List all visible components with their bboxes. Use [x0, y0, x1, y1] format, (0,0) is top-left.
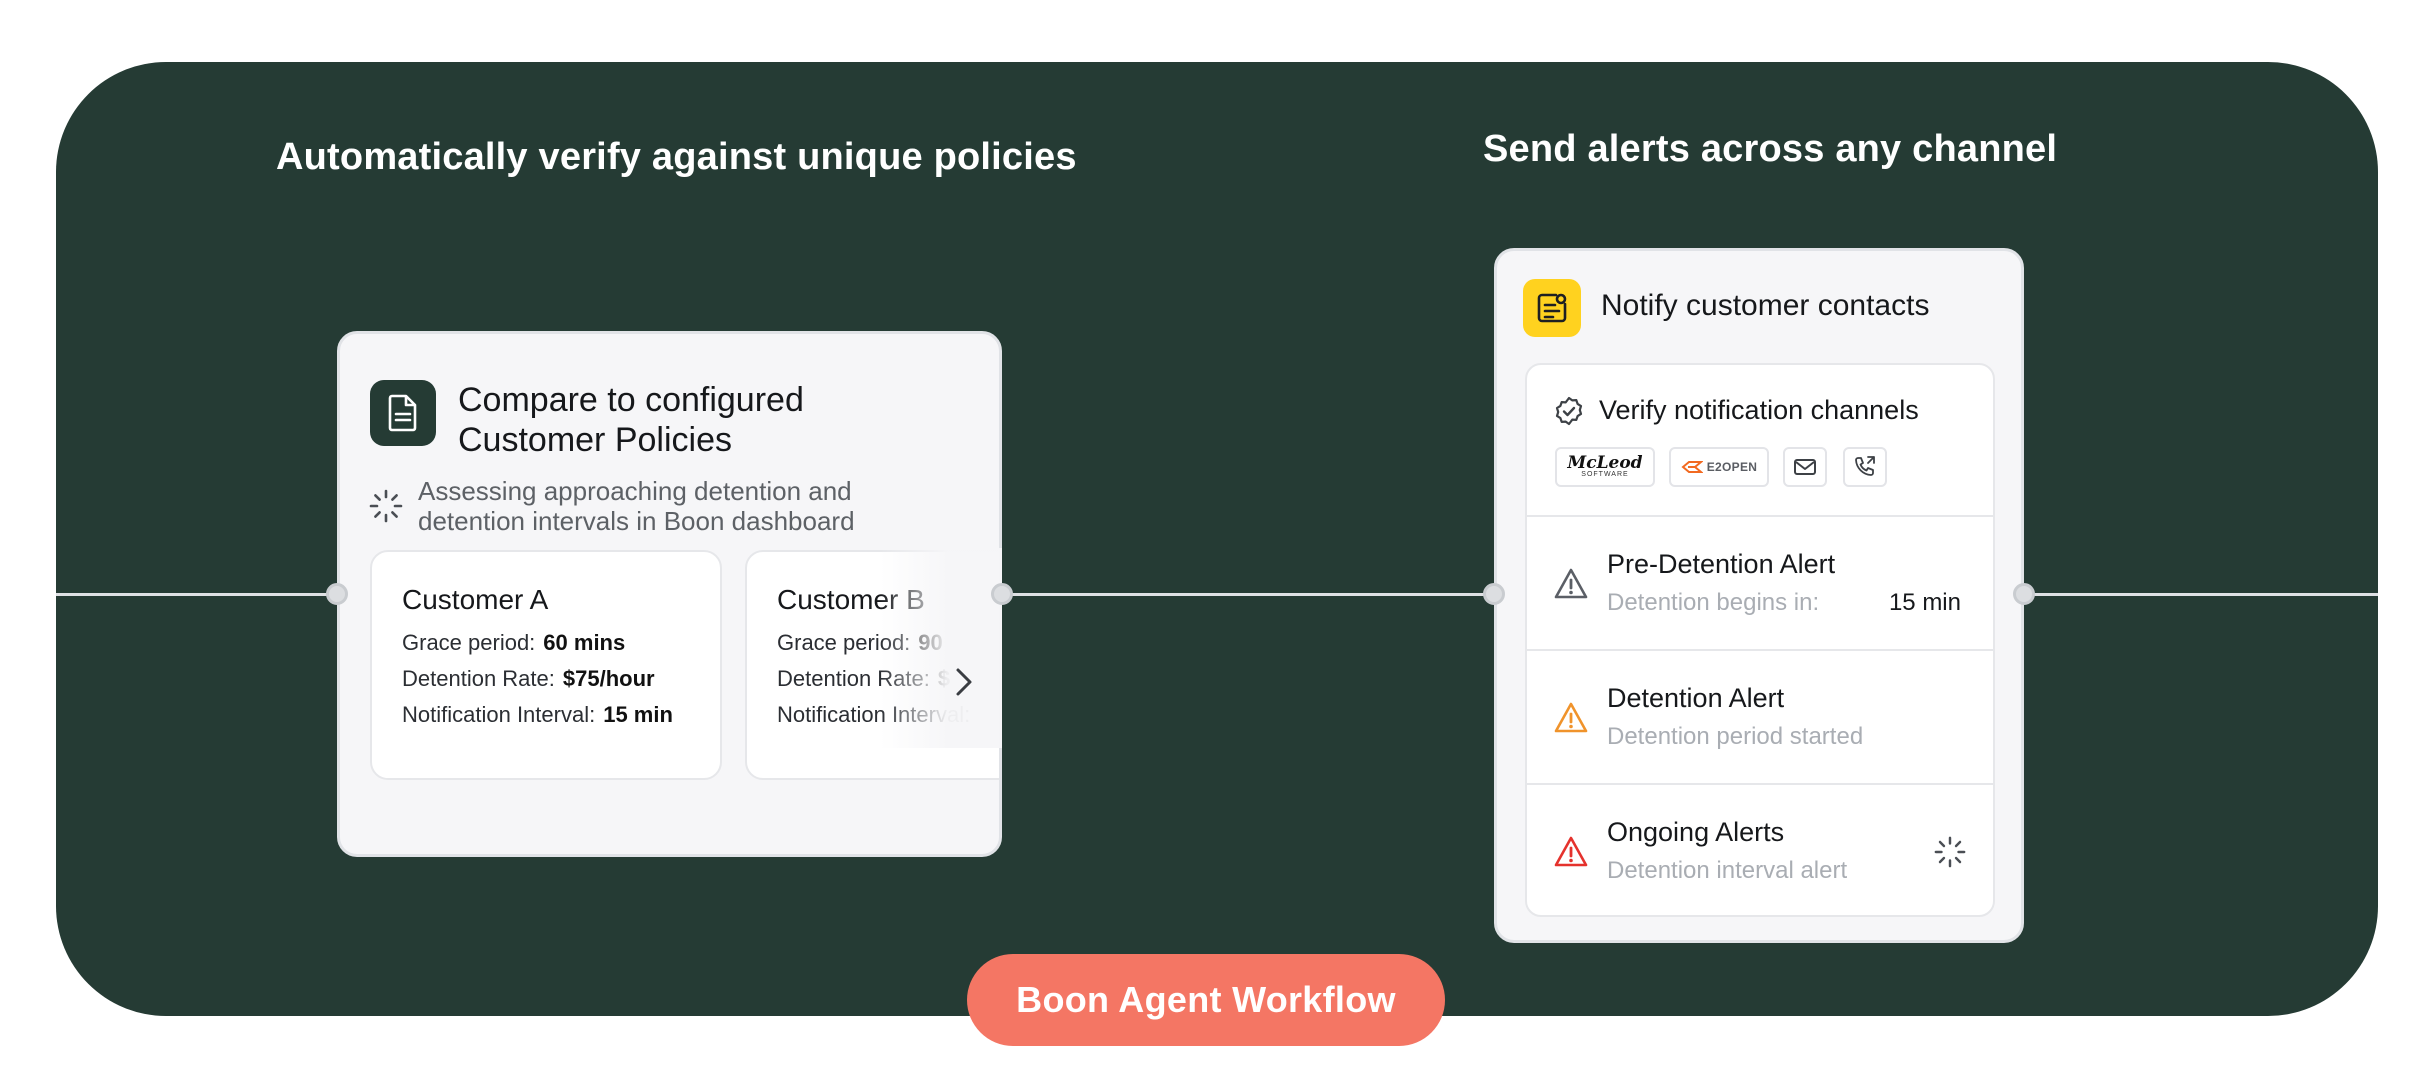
notification-interval-row: Notification Interval: 15 min [402, 702, 673, 728]
detention-rate-row: Detention Rate: $75/hour [402, 666, 655, 692]
e2open-logo-text: E2OPEN [1706, 460, 1758, 474]
notification-doc-icon [1523, 279, 1581, 337]
connector-line-right [2024, 593, 2378, 596]
alert-value: 15 min [1888, 589, 1961, 616]
alert-title: Ongoing Alerts [1607, 817, 1785, 847]
warning-triangle-icon [1554, 568, 1588, 599]
connector-node [991, 583, 1013, 605]
warning-triangle-icon [1554, 836, 1588, 867]
workflow-label-pill: Boon Agent Workflow [967, 954, 1445, 1046]
notification-interval-label: Notification Interval: [402, 702, 596, 727]
alert-title: Detention Alert [1607, 683, 1785, 713]
notify-card-title: Notify customer contacts [1601, 289, 1930, 322]
detention-rate-value: $75/hour [562, 666, 655, 691]
right-section-heading: Send alerts across any channel [1483, 128, 2058, 170]
mcleod-logo-subtext: SOFTWARE [1581, 471, 1629, 478]
mcleod-logo[interactable]: McLeod SOFTWARE [1555, 447, 1655, 487]
verify-channels-title: Verify notification channels [1599, 395, 1919, 425]
mcleod-logo-text: McLeod [1567, 453, 1643, 473]
connector-node [326, 583, 348, 605]
grace-period-value: 60 mins [543, 630, 626, 655]
notify-card: Notify customer contacts Verify notifica… [1494, 248, 2024, 943]
grace-period-label: Grace period: [402, 630, 536, 655]
verify-channels-row: Verify notification channels McLeod SOFT… [1527, 365, 1993, 515]
connector-line-left [56, 593, 337, 596]
carousel-fade [880, 548, 1002, 748]
document-icon [370, 380, 436, 446]
grace-period-row: Grace period: 60 mins [402, 630, 625, 656]
policy-card-title: Compare to configured Customer Policies [458, 381, 804, 459]
detention-rate-label: Detention Rate: [402, 666, 555, 691]
e2open-mark-icon [1681, 461, 1703, 473]
alert-subtitle: Detention period started [1607, 723, 1864, 750]
spinner-icon [369, 489, 403, 523]
notification-list: Verify notification channels McLeod SOFT… [1525, 363, 1995, 917]
assessment-status-text: Assessing approaching detention and dete… [418, 476, 855, 536]
ongoing-alerts-row[interactable]: Ongoing Alerts Detention interval alert [1527, 783, 1993, 915]
connector-node [2013, 583, 2035, 605]
left-section-heading: Automatically verify against unique poli… [276, 136, 1077, 178]
alert-title: Pre-Detention Alert [1607, 549, 1836, 579]
alert-subtitle: Detention interval alert [1607, 857, 1848, 884]
customer-name: Customer A [402, 584, 549, 615]
alert-subtitle: Detention begins in: [1607, 589, 1820, 616]
customer-card[interactable]: Customer A Grace period: 60 mins Detentio… [370, 550, 722, 780]
badge-check-icon [1555, 396, 1583, 426]
connector-node [1483, 583, 1505, 605]
notification-interval-value: 15 min [603, 702, 673, 727]
phone-forward-icon[interactable] [1843, 447, 1887, 487]
spinner-icon [1934, 836, 1966, 868]
warning-triangle-icon [1554, 702, 1588, 733]
detention-alert-row[interactable]: Detention Alert Detention period started [1527, 649, 1993, 783]
connector-line-middle [1002, 593, 1494, 596]
chevron-right-icon[interactable] [944, 660, 984, 704]
e2open-logo[interactable]: E2OPEN [1669, 447, 1769, 487]
pre-detention-alert-row[interactable]: Pre-Detention Alert Detention begins in:… [1527, 515, 1993, 649]
mail-icon[interactable] [1783, 447, 1827, 487]
